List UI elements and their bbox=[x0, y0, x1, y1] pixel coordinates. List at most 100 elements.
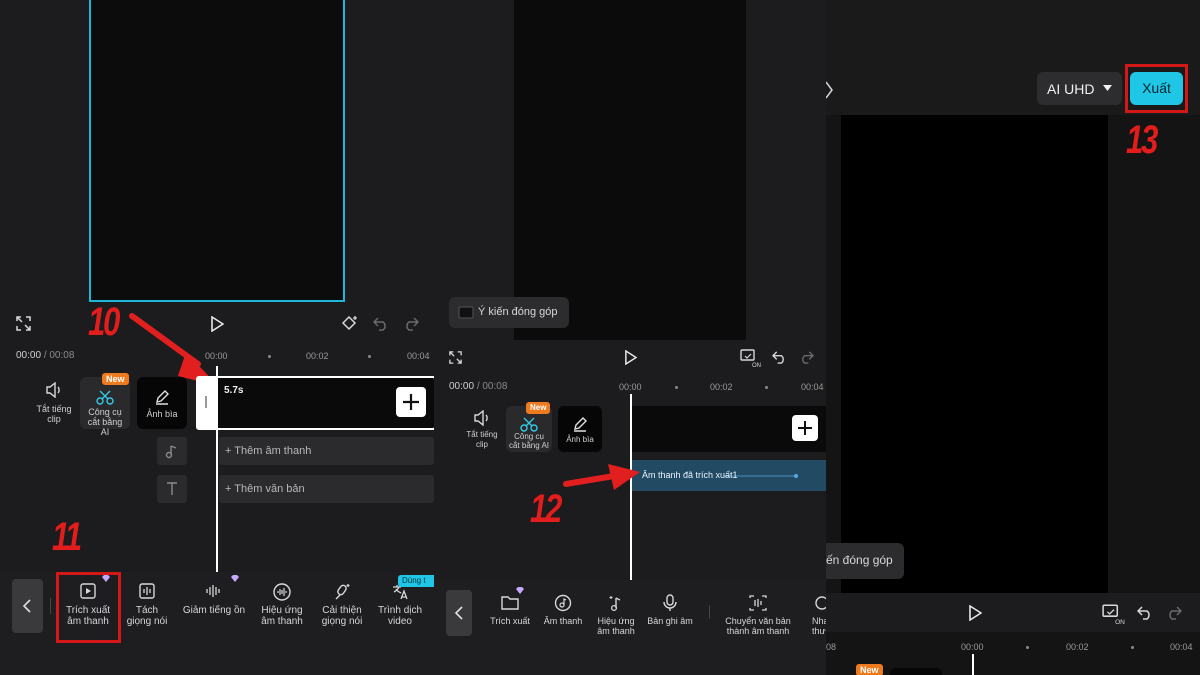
quality-label: AI UHD bbox=[1047, 81, 1095, 97]
step-number-10: 10 bbox=[88, 300, 120, 344]
sound-effect-label: Hiệu ứng âm thanh bbox=[597, 616, 635, 636]
add-audio-text: Thêm âm thanh bbox=[234, 445, 312, 457]
noise-reduce-button[interactable]: Giảm tiếng ồn bbox=[178, 575, 250, 616]
plus-icon bbox=[798, 421, 812, 435]
undo-icon[interactable] bbox=[1137, 606, 1153, 620]
add-text-track[interactable]: + Thêm văn bản bbox=[219, 475, 434, 503]
noise-reduce-icon bbox=[204, 575, 239, 600]
tick-dot bbox=[268, 355, 271, 358]
fullscreen-icon[interactable] bbox=[449, 351, 462, 364]
pencil-icon bbox=[154, 389, 170, 405]
sound-effect-label: Hiệu ứng âm thanh bbox=[261, 605, 303, 627]
ai-scissors-icon bbox=[96, 389, 114, 405]
playhead[interactable] bbox=[972, 654, 974, 675]
video-translator-button[interactable]: Dùng t Trình dịch video bbox=[372, 575, 434, 627]
add-clip-button[interactable] bbox=[792, 415, 818, 441]
cover-image-button[interactable]: Ảnh bìa bbox=[558, 406, 602, 452]
keyframe-icon[interactable] bbox=[340, 314, 360, 332]
extract-label: Trích xuất bbox=[490, 616, 530, 626]
noise-reduce-label: Giảm tiếng ồn bbox=[182, 605, 246, 616]
speaker-icon bbox=[473, 410, 491, 426]
extract-button[interactable]: Trích xuất bbox=[484, 587, 536, 627]
back-button[interactable] bbox=[446, 590, 472, 636]
audio-track-icon-box[interactable] bbox=[157, 437, 187, 465]
chevron-left-icon bbox=[22, 599, 31, 613]
music-note-sparkle-icon bbox=[607, 594, 625, 612]
red-arrow-icon bbox=[563, 464, 640, 490]
step-number-12: 12 bbox=[530, 487, 562, 531]
timecode: 00:00 / 00:08 bbox=[16, 350, 74, 361]
ai-cut-tool-label: Công cụ cắt bằng AI bbox=[508, 432, 550, 450]
tick-label: 00:04 bbox=[801, 382, 824, 392]
tick-dot bbox=[368, 355, 371, 358]
cover-image-label: Ảnh bìa bbox=[146, 409, 178, 419]
audio-button[interactable]: Âm thanh bbox=[538, 594, 588, 627]
ai-cut-tool-button[interactable]: New Công cụ cắt bằng AI bbox=[80, 373, 130, 437]
add-text-label: + Thêm văn bản bbox=[225, 483, 305, 495]
redo-icon[interactable] bbox=[403, 317, 419, 331]
tick-label: 00:04 bbox=[407, 351, 430, 361]
back-button[interactable] bbox=[12, 579, 43, 633]
redo-icon[interactable] bbox=[799, 351, 814, 364]
mute-clip-label: Tắt tiếng clip bbox=[466, 430, 498, 449]
feedback-icon bbox=[458, 306, 474, 319]
voice-record-label: Bản ghi âm bbox=[647, 616, 693, 626]
timecode: 00:00 / 00:08 bbox=[449, 381, 507, 392]
video-preview bbox=[841, 115, 1108, 593]
try-badge-text: Dùng t bbox=[402, 576, 426, 585]
undo-icon[interactable] bbox=[373, 317, 389, 331]
play-icon[interactable] bbox=[624, 350, 637, 365]
feedback-button[interactable]: Ý kiến đóng góp bbox=[449, 297, 569, 328]
cover-button-partial[interactable] bbox=[890, 668, 942, 675]
back-arrow-icon[interactable] bbox=[826, 80, 834, 100]
editor-panel-1: 10 00:00 / 00:08 00:00 00:02 00:04 Tắt t… bbox=[0, 0, 434, 675]
step-number-11: 11 bbox=[52, 515, 82, 559]
mute-clip-button[interactable]: Tắt tiếng clip bbox=[462, 410, 502, 450]
video-preview bbox=[89, 0, 345, 302]
add-clip-button[interactable] bbox=[396, 387, 426, 417]
fullscreen-icon[interactable] bbox=[16, 316, 31, 331]
tick-dot bbox=[1026, 646, 1029, 649]
tick-dot bbox=[675, 386, 678, 389]
add-audio-track[interactable]: + Thêm âm thanh bbox=[219, 437, 434, 465]
mute-clip-button[interactable]: Tắt tiếng clip bbox=[32, 382, 76, 424]
ai-cut-tool-label: Công cụ cắt bằng AI bbox=[87, 407, 123, 437]
text-to-speech-button[interactable]: Chuyển văn bản thành âm thanh bbox=[718, 594, 798, 636]
playhead[interactable] bbox=[216, 366, 218, 572]
divider bbox=[709, 605, 710, 619]
more-tool-button[interactable]: Nha thươ bbox=[806, 594, 826, 636]
split-voice-button[interactable]: Tách giọng nói bbox=[122, 582, 172, 627]
feedback-button[interactable]: ến đóng góp bbox=[826, 543, 904, 579]
voice-record-button[interactable]: Bản ghi âm bbox=[642, 594, 698, 627]
screen-on-icon[interactable]: ON bbox=[740, 348, 762, 368]
more-icon bbox=[814, 594, 826, 612]
add-text-text: Thêm văn bản bbox=[234, 483, 305, 495]
sound-effect-button[interactable]: Hiệu ứng âm thanh bbox=[590, 594, 642, 636]
enhance-voice-label: Cải thiện giọng nói bbox=[321, 605, 363, 627]
more-tool-label: Nha thươ bbox=[812, 616, 826, 636]
time-total: / 00:08 bbox=[43, 350, 75, 361]
highlight-box bbox=[1125, 64, 1188, 113]
play-icon[interactable] bbox=[968, 605, 982, 621]
sound-effect-button[interactable]: Hiệu ứng âm thanh bbox=[254, 582, 310, 627]
redo-icon[interactable] bbox=[1166, 606, 1182, 620]
tick-label: 00:02 bbox=[306, 351, 329, 361]
new-badge: New bbox=[526, 402, 551, 414]
ai-scissors-icon bbox=[520, 416, 538, 432]
cover-image-button[interactable]: Ảnh bìa bbox=[137, 377, 187, 429]
music-disc-icon bbox=[554, 594, 572, 612]
clip-handle[interactable] bbox=[205, 396, 207, 408]
pencil-icon bbox=[572, 416, 588, 432]
cover-image-label: Ảnh bìa bbox=[566, 435, 594, 444]
video-translator-label: Trình dịch video bbox=[377, 605, 423, 627]
quality-dropdown[interactable]: AI UHD bbox=[1037, 72, 1122, 105]
undo-icon[interactable] bbox=[772, 351, 787, 364]
text-track-icon-box[interactable] bbox=[157, 475, 187, 503]
time-total: / 00:08 bbox=[476, 381, 508, 392]
text-to-speech-label: Chuyển văn bản thành âm thanh bbox=[725, 616, 791, 636]
ai-cut-tool-button[interactable]: New Công cụ cắt bằng AI bbox=[506, 402, 552, 452]
screen-on-icon[interactable]: ON bbox=[1102, 603, 1126, 625]
enhance-voice-button[interactable]: Cải thiện giọng nói bbox=[314, 582, 370, 627]
new-badge: New bbox=[102, 373, 129, 385]
tick-label: 00:02 bbox=[710, 382, 733, 392]
